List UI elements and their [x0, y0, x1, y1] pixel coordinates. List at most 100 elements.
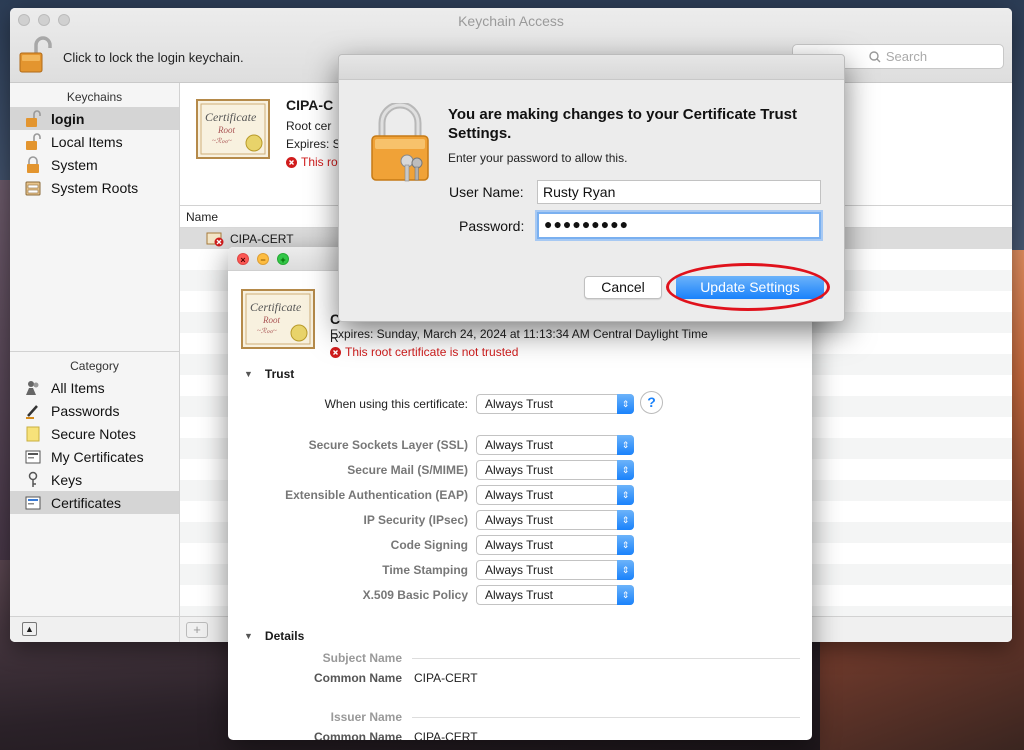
trust-policy-row: Code Signing Always Trust ⇕ — [228, 535, 812, 555]
subject-name-heading: Subject Name — [322, 651, 402, 665]
key-icon — [28, 471, 38, 487]
password-label: Password: — [459, 218, 525, 234]
certificate-icon: Certificate Root ~ℛℴℴ~ — [196, 99, 270, 159]
trust-section-header[interactable]: ▼ Trust — [244, 367, 294, 381]
disclosure-triangle-icon: ▼ — [244, 369, 253, 379]
summary-certificate-name: CIPA-C — [286, 97, 334, 113]
pencil-icon — [26, 404, 38, 419]
issuer-common-name-label: Common Name — [313, 730, 402, 740]
sidebar-item-certificates[interactable]: Certificates — [10, 491, 179, 514]
chevron-updown-icon: ⇕ — [617, 460, 634, 480]
sidebar-item-my-certificates[interactable]: My Certificates — [10, 445, 179, 468]
summary-kind: Root cer — [286, 119, 332, 133]
summary-trust-status: This roo — [286, 155, 344, 169]
dialog-subtitle: Enter your password to allow this. — [448, 151, 628, 165]
help-button[interactable]: ? — [640, 391, 663, 414]
certificate-icon-text: Root — [262, 315, 280, 325]
trust-policy-row: Time Stamping Always Trust ⇕ — [228, 560, 812, 580]
certificate-icon-text: ~ℛℴℴ~ — [212, 137, 232, 145]
chevron-updown-icon: ⇕ — [617, 435, 634, 455]
window-title: Keychain Access — [458, 13, 564, 29]
divider — [412, 717, 800, 718]
sidebar-item-secure-notes[interactable]: Secure Notes — [10, 422, 179, 445]
error-icon — [286, 156, 297, 168]
note-icon — [26, 426, 40, 441]
smime-select[interactable]: Always Trust ⇕ — [476, 460, 634, 480]
window-controls: × − + — [237, 253, 289, 265]
close-button[interactable]: × — [237, 253, 249, 265]
time-stamping-select[interactable]: Always Trust ⇕ — [476, 560, 634, 580]
cancel-button[interactable]: Cancel — [584, 276, 662, 299]
code-signing-select[interactable]: Always Trust ⇕ — [476, 535, 634, 555]
cert-trust-status: This root certificate is not trusted — [330, 345, 518, 359]
sidebar-item-login[interactable]: login — [10, 107, 179, 130]
error-icon — [330, 346, 341, 358]
username-label: User Name: — [449, 184, 524, 200]
untrusted-certificate-icon — [206, 232, 224, 246]
dialog-titlebar — [339, 55, 844, 80]
dialog-title: You are making changes to your Certifica… — [448, 106, 797, 142]
ipsec-select[interactable]: Always Trust ⇕ — [476, 510, 634, 530]
chevron-updown-icon: ⇕ — [617, 535, 634, 555]
unlocked-padlock-icon — [26, 132, 41, 150]
locked-padlock-icon — [27, 155, 39, 173]
sidebar-item-keys[interactable]: Keys — [10, 468, 179, 491]
eap-select[interactable]: Always Trust ⇕ — [476, 485, 634, 505]
trust-policy-row: Extensible Authentication (EAP) Always T… — [228, 485, 812, 505]
minimize-button[interactable]: − — [257, 253, 269, 265]
sidebar-item-system-roots[interactable]: System Roots — [10, 176, 179, 199]
add-button[interactable]: + — [186, 622, 208, 638]
authentication-dialog: You are making changes to your Certifica… — [338, 54, 845, 322]
lock-status-text: Click to lock the login keychain. — [63, 50, 244, 65]
category-header: Category — [70, 359, 119, 373]
unlocked-padlock-icon — [26, 109, 41, 127]
trust-when-using-row: When using this certificate: Always Trus… — [228, 391, 812, 414]
username-field[interactable]: Rusty Ryan — [537, 180, 821, 204]
padlock-keys-icon — [371, 103, 429, 182]
search-icon — [869, 50, 881, 62]
zoom-button[interactable]: + — [277, 253, 289, 265]
certificate-icon: Certificate Root ~ℛℴℴ~ — [241, 289, 315, 349]
ssl-select[interactable]: Always Trust ⇕ — [476, 435, 634, 455]
chevron-updown-icon: ⇕ — [617, 394, 634, 414]
certificate-icon-text: Certificate — [205, 110, 257, 124]
trust-policy-row: X.509 Basic Policy Always Trust ⇕ — [228, 585, 812, 605]
sidebar-item-passwords[interactable]: Passwords — [10, 399, 179, 422]
divider — [412, 658, 800, 659]
update-settings-button[interactable]: Update Settings — [676, 276, 824, 299]
certificate-icon — [25, 450, 41, 463]
issuer-common-name-value: CIPA-CERT — [414, 730, 478, 740]
details-section-header[interactable]: ▼ Details — [244, 629, 304, 643]
toggle-sidebar-button[interactable]: ▲ — [22, 622, 37, 636]
sidebar: Keychains login Local Items System Syste… — [10, 83, 180, 642]
trust-policy-row: Secure Mail (S/MIME) Always Trust ⇕ — [228, 460, 812, 480]
sidebar-item-system[interactable]: System — [10, 153, 179, 176]
unlocked-padlock-icon[interactable] — [18, 36, 52, 74]
chevron-updown-icon: ⇕ — [617, 510, 634, 530]
chevron-updown-icon: ⇕ — [617, 585, 634, 605]
sidebar-bottom-bar: ▲ — [10, 616, 179, 642]
trust-policy-row: Secure Sockets Layer (SSL) Always Trust ⇕ — [228, 435, 812, 455]
category-section: Category All Items Passwords Secure Note… — [10, 351, 179, 514]
disclosure-triangle-icon: ▼ — [244, 631, 253, 641]
people-icon — [26, 380, 39, 395]
password-field[interactable]: ●●●●●●●●● — [537, 212, 821, 239]
trust-policy-row: IP Security (IPsec) Always Trust ⇕ — [228, 510, 812, 530]
certificate-icon — [25, 496, 41, 509]
certificate-icon-text: Root — [217, 125, 235, 135]
x509-select[interactable]: Always Trust ⇕ — [476, 585, 634, 605]
chevron-updown-icon: ⇕ — [617, 485, 634, 505]
issuer-name-heading: Issuer Name — [330, 710, 402, 724]
sidebar-item-local-items[interactable]: Local Items — [10, 130, 179, 153]
when-using-label: When using this certificate: — [324, 397, 468, 411]
summary-expires: Expires: S — [286, 137, 341, 151]
common-name-value: CIPA-CERT — [414, 671, 478, 685]
search-placeholder: Search — [885, 49, 928, 64]
certificate-icon-text: ~ℛℴℴ~ — [257, 327, 277, 335]
sidebar-item-all-items[interactable]: All Items — [10, 376, 179, 399]
cert-expires: Expires: Sunday, March 24, 2024 at 11:13… — [330, 327, 708, 341]
keychains-header: Keychains — [66, 90, 123, 104]
when-using-select[interactable]: Always Trust ⇕ — [476, 394, 634, 414]
common-name-label: Common Name — [313, 671, 402, 685]
cabinet-icon — [25, 181, 41, 195]
